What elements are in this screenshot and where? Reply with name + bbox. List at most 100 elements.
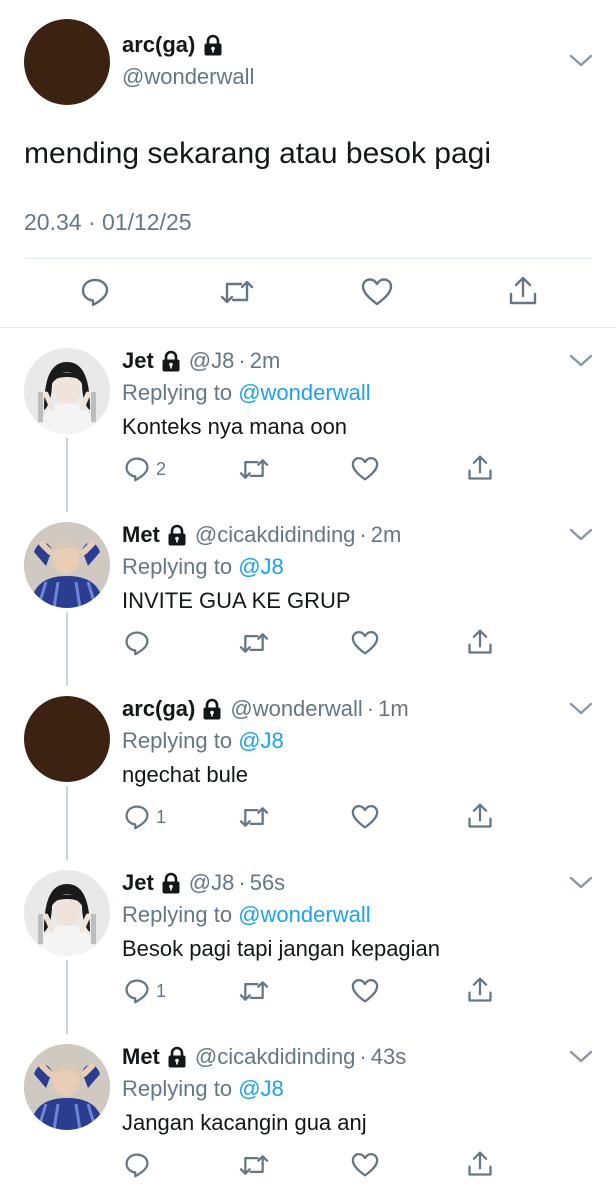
replying-to-link[interactable]: @J8	[238, 1076, 284, 1101]
reply-time[interactable]: 1m	[378, 696, 409, 722]
chevron-down-icon[interactable]	[568, 1048, 594, 1066]
reply-header: Jet @J8 · 56s	[122, 870, 285, 896]
reply-tweet[interactable]: Jet @J8 · 56s Replying to @wonderwall Be…	[0, 850, 616, 1034]
avatar[interactable]	[24, 348, 110, 434]
reply-icon	[124, 978, 150, 1004]
heart-icon	[351, 1152, 379, 1178]
reply-button[interactable]: 2	[124, 456, 166, 482]
like-button[interactable]	[351, 804, 379, 830]
author-display-name[interactable]: arc(ga)	[122, 696, 195, 722]
tweet-actions	[0, 275, 616, 311]
lock-icon	[161, 872, 181, 894]
reply-time[interactable]: 43s	[371, 1044, 406, 1070]
heart-icon	[351, 978, 379, 1004]
heart-icon	[361, 277, 393, 307]
like-button[interactable]	[351, 630, 379, 656]
reply-actions: 1	[0, 976, 616, 1008]
chevron-down-icon[interactable]	[568, 526, 594, 544]
reply-time[interactable]: 2m	[250, 348, 281, 374]
like-button[interactable]	[351, 1152, 379, 1178]
tweet-text: mending sekarang atau besok pagi	[24, 137, 491, 170]
replying-to-prefix: Replying to	[122, 902, 233, 927]
author-handle[interactable]: @J8	[189, 870, 235, 896]
tweet-timestamp[interactable]: 20.34 · 01/12/25	[24, 208, 192, 236]
replying-to: Replying to @wonderwall	[122, 902, 371, 928]
author-display-name[interactable]: Jet	[122, 870, 154, 896]
reply-time[interactable]: 2m	[371, 522, 402, 548]
reply-actions	[0, 1150, 616, 1182]
reply-time[interactable]: 56s	[250, 870, 285, 896]
share-button[interactable]	[466, 454, 494, 482]
reply-text: Konteks nya mana oon	[122, 414, 348, 439]
share-button[interactable]	[507, 275, 539, 307]
author-handle[interactable]: @cicakdidinding	[195, 1044, 356, 1070]
replying-to-prefix: Replying to	[122, 1076, 233, 1101]
reply-icon	[124, 804, 150, 830]
avatar[interactable]	[24, 1044, 110, 1130]
reply-tweet[interactable]: Jet @J8 · 2m Replying to @wonderwall Kon…	[0, 328, 616, 512]
retweet-icon	[238, 630, 270, 656]
chevron-down-icon[interactable]	[568, 700, 594, 718]
reply-tweet[interactable]: Met @cicakdidinding · 43s Replying to @J…	[0, 1024, 616, 1198]
reply-icon	[124, 1152, 150, 1178]
reply-button[interactable]	[124, 630, 156, 656]
avatar[interactable]	[24, 870, 110, 956]
retweet-button[interactable]	[219, 277, 255, 307]
replying-to-link[interactable]: @wonderwall	[238, 902, 370, 927]
author-display-name[interactable]: Met	[122, 1044, 160, 1070]
replying-to-link[interactable]: @J8	[238, 728, 284, 753]
author-handle[interactable]: @wonderwall	[122, 65, 254, 89]
separator-dot: ·	[359, 522, 367, 547]
author-display-name[interactable]: Jet	[122, 348, 154, 374]
chevron-down-icon[interactable]	[568, 352, 594, 370]
separator-dot: ·	[359, 1044, 367, 1069]
retweet-icon	[238, 1152, 270, 1178]
avatar[interactable]	[24, 19, 110, 105]
replying-to-link[interactable]: @J8	[238, 554, 284, 579]
lock-icon	[167, 524, 187, 546]
reply-tweet[interactable]: arc(ga) @wonderwall · 1m Replying to @J8…	[0, 676, 616, 860]
divider	[24, 258, 592, 259]
retweet-button[interactable]	[238, 978, 270, 1004]
reply-header: arc(ga) @wonderwall · 1m	[122, 696, 409, 722]
like-button[interactable]	[361, 277, 393, 307]
share-button[interactable]	[466, 1150, 494, 1178]
replying-to-prefix: Replying to	[122, 728, 233, 753]
avatar[interactable]	[24, 522, 110, 608]
reply-button[interactable]: 1	[124, 978, 166, 1004]
main-tweet: arc(ga) @wonderwall mending sekarang ata…	[0, 0, 616, 328]
retweet-button[interactable]	[238, 804, 270, 830]
share-button[interactable]	[466, 976, 494, 1004]
reply-header: Jet @J8 · 2m	[122, 348, 280, 374]
reply-actions: 2	[0, 454, 616, 486]
like-button[interactable]	[351, 456, 379, 482]
author-name[interactable]: arc(ga)	[122, 33, 223, 57]
reply-icon	[124, 456, 150, 482]
replying-to-prefix: Replying to	[122, 554, 233, 579]
chevron-down-icon[interactable]	[568, 52, 594, 70]
reply-text: Jangan kacangin gua anj	[122, 1110, 367, 1135]
author-display-name[interactable]: Met	[122, 522, 160, 548]
reply-button[interactable]	[124, 1152, 156, 1178]
heart-icon	[351, 630, 379, 656]
lock-icon	[167, 1046, 187, 1068]
replying-to-link[interactable]: @wonderwall	[238, 380, 370, 405]
reply-button[interactable]	[80, 277, 110, 307]
share-icon	[466, 1150, 494, 1178]
author-handle[interactable]: @wonderwall	[230, 696, 362, 722]
author-handle[interactable]: @cicakdidinding	[195, 522, 356, 548]
author-handle[interactable]: @J8	[189, 348, 235, 374]
retweet-button[interactable]	[238, 630, 270, 656]
avatar[interactable]	[24, 696, 110, 782]
share-icon	[507, 275, 539, 307]
retweet-icon	[219, 277, 255, 307]
share-button[interactable]	[466, 802, 494, 830]
reply-tweet[interactable]: Met @cicakdidinding · 2m Replying to @J8…	[0, 502, 616, 686]
reply-button[interactable]: 1	[124, 804, 166, 830]
share-button[interactable]	[466, 628, 494, 656]
like-button[interactable]	[351, 978, 379, 1004]
retweet-button[interactable]	[238, 456, 270, 482]
retweet-button[interactable]	[238, 1152, 270, 1178]
chevron-down-icon[interactable]	[568, 874, 594, 892]
reply-count: 1	[156, 980, 167, 1001]
